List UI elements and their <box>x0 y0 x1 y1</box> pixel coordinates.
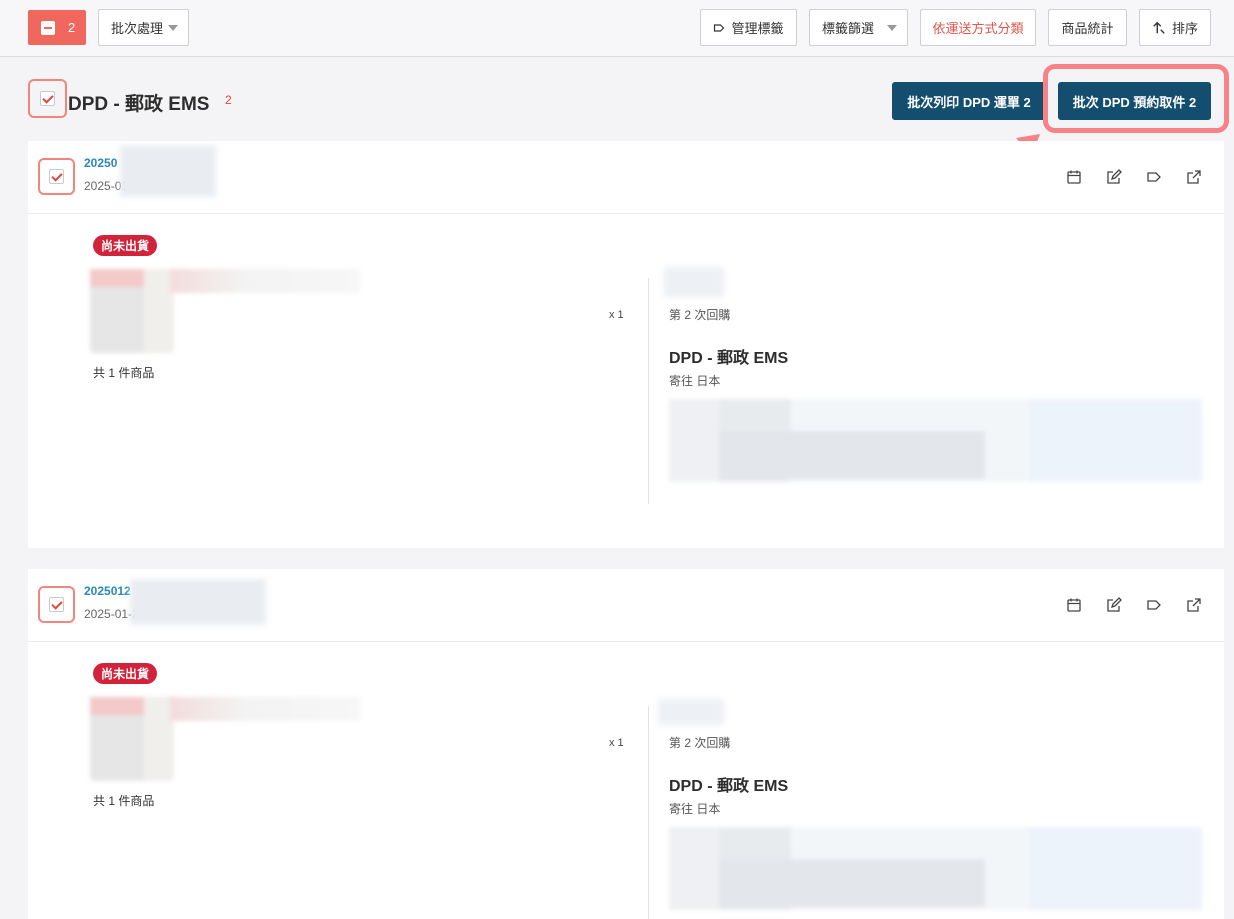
order-actions <box>1066 169 1202 185</box>
shipping-method: DPD - 郵政 EMS <box>669 350 789 367</box>
tag-icon[interactable] <box>1146 169 1162 185</box>
order-select-checkbox[interactable] <box>38 158 75 195</box>
edit-icon[interactable] <box>1106 597 1122 613</box>
tag-icon[interactable] <box>1146 597 1162 613</box>
batch-process-dropdown[interactable]: 批次處理 <box>98 9 189 46</box>
edit-icon[interactable] <box>1106 169 1122 185</box>
divider <box>648 278 649 504</box>
redacted-info <box>130 579 266 625</box>
redacted-info <box>120 145 216 197</box>
status-badge: 尚未出貨 <box>93 663 158 684</box>
deselect-icon <box>41 20 55 35</box>
tag-icon <box>714 23 725 32</box>
checkbox-checked-icon <box>49 597 64 612</box>
highlight-box <box>1043 64 1229 133</box>
chevron-down-icon <box>168 25 178 31</box>
product-name-redacted <box>170 697 360 721</box>
product-stats-label: 商品統計 <box>1061 21 1114 36</box>
order-select-checkbox[interactable] <box>38 586 75 623</box>
toolbar: 2 批次處理 管理標籤 標籤篩選 依運送方式分類 商品統計 排序 <box>0 0 1234 57</box>
redacted-customer <box>664 267 724 297</box>
repeat-purchase: 第 2 次回購 <box>669 736 731 750</box>
sort-icon <box>1153 21 1165 34</box>
order-card: 2025012 2025-01-24 尚未出貨 x 1 共 1 件商品 第 2 … <box>28 569 1224 919</box>
checkbox-checked-icon <box>40 91 55 106</box>
chevron-down-icon <box>887 25 897 31</box>
order-id-link[interactable]: 2025012 <box>84 584 131 598</box>
ship-destination: 寄往 日本 <box>669 374 721 388</box>
classify-by-shipping-button[interactable]: 依運送方式分類 <box>920 9 1036 46</box>
address-redacted <box>669 399 1202 482</box>
external-link-icon[interactable] <box>1186 597 1202 613</box>
tag-filter-dropdown[interactable]: 標籤篩選 <box>809 9 908 46</box>
group-select-checkbox[interactable] <box>28 79 67 118</box>
address-redacted <box>669 827 1202 910</box>
product-name-redacted <box>170 269 360 293</box>
classify-by-shipping-label: 依運送方式分類 <box>932 21 1024 36</box>
checkbox-checked-icon <box>49 169 64 184</box>
product-quantity: x 1 <box>609 737 624 749</box>
calendar-icon[interactable] <box>1066 169 1082 185</box>
order-card: 20250 2025-01-24 尚未出貨 x 1 共 1 件商品 第 2 次回… <box>28 141 1224 548</box>
order-actions <box>1066 597 1202 613</box>
product-thumbnail <box>90 269 174 353</box>
product-stats-button[interactable]: 商品統計 <box>1048 9 1127 46</box>
redacted-customer <box>658 699 724 725</box>
status-badge: 尚未出貨 <box>93 235 158 256</box>
product-thumbnail <box>90 697 174 781</box>
ship-destination: 寄往 日本 <box>669 802 721 816</box>
manage-tags-button[interactable]: 管理標籤 <box>700 9 797 46</box>
calendar-icon[interactable] <box>1066 597 1082 613</box>
group-title: DPD - 郵政 EMS <box>68 94 210 115</box>
order-card-header: 20250 2025-01-24 <box>28 141 1224 214</box>
item-total: 共 1 件商品 <box>93 366 155 380</box>
sort-label: 排序 <box>1171 21 1198 36</box>
divider <box>648 706 649 919</box>
batch-print-waybill-button[interactable]: 批次列印 DPD 運單 2 <box>892 82 1046 120</box>
manage-tags-label: 管理標籤 <box>731 21 784 36</box>
group-count: 2 <box>225 93 232 107</box>
shipping-method: DPD - 郵政 EMS <box>669 778 789 795</box>
external-link-icon[interactable] <box>1186 169 1202 185</box>
selected-count-toggle[interactable]: 2 <box>28 10 86 45</box>
tag-filter-label: 標籤篩選 <box>822 21 875 36</box>
sort-button[interactable]: 排序 <box>1139 9 1211 46</box>
product-quantity: x 1 <box>609 309 624 321</box>
order-card-header: 2025012 2025-01-24 <box>28 569 1224 642</box>
item-total: 共 1 件商品 <box>93 794 155 808</box>
repeat-purchase: 第 2 次回購 <box>669 308 731 322</box>
order-id-link[interactable]: 20250 <box>84 156 117 170</box>
selected-count: 2 <box>68 20 76 35</box>
batch-process-label: 批次處理 <box>111 21 164 36</box>
